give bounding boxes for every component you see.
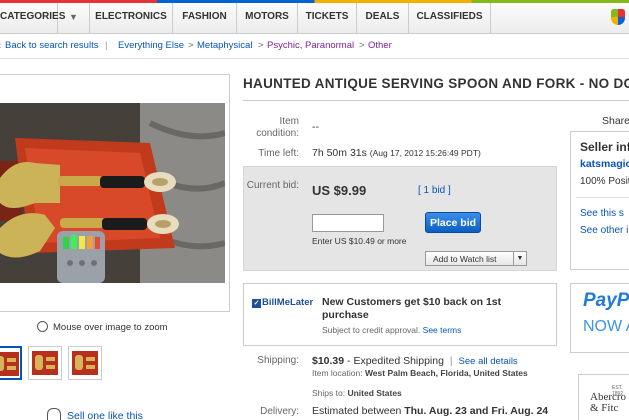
breadcrumb-metaphysical[interactable]: Metaphysical bbox=[197, 40, 252, 51]
seller-info-title: Seller info bbox=[580, 140, 629, 154]
breadcrumb-everything-else[interactable]: Everything Else bbox=[118, 40, 184, 51]
delivery-line: Estimated between Thu. Aug. 23 and Fri. … bbox=[312, 405, 548, 417]
paypal-logo: PayPal bbox=[583, 290, 629, 311]
tab-motors[interactable]: MOTORS bbox=[237, 3, 298, 33]
divider bbox=[576, 197, 629, 198]
delivery-text: Estimated between bbox=[312, 405, 402, 417]
divider bbox=[243, 100, 629, 101]
tab-electronics[interactable]: ELECTRONICS bbox=[90, 3, 173, 33]
billmelater-logo: ✓ BillMeLater bbox=[252, 297, 313, 308]
delivery-range: Thu. Aug. 23 and Fri. Aug. 24 bbox=[404, 405, 549, 417]
ships-to-value: United States bbox=[347, 388, 402, 398]
shield-icon[interactable] bbox=[611, 9, 625, 25]
breadcrumb-psychic[interactable]: Psychic, Paranormal bbox=[267, 40, 354, 51]
breadcrumb-separator: | bbox=[105, 40, 108, 51]
back-arrow-icon[interactable]: ‹ bbox=[0, 40, 1, 51]
time-left-duration: 7h 50m 31s bbox=[312, 147, 367, 159]
billmelater-logo-text: BillMeLater bbox=[262, 297, 314, 308]
zoom-hint: Mouse over image to zoom bbox=[53, 322, 168, 333]
breadcrumb-arrow: > bbox=[258, 40, 264, 51]
item-location-value: West Palm Beach, Florida, United States bbox=[364, 368, 528, 378]
shipping-line: $10.39 - Expedited Shipping | See all de… bbox=[312, 355, 518, 367]
ad-brand-line-2: & Fitc bbox=[590, 402, 619, 414]
item-photo[interactable] bbox=[0, 103, 225, 283]
back-to-search-link[interactable]: Back to search results bbox=[5, 40, 98, 51]
top-nav: CATEGORIES ▼ ELECTRONICS FASHION MOTORS … bbox=[0, 0, 629, 34]
seller-feedback: 100% Positive bbox=[580, 176, 629, 187]
place-bid-button[interactable]: Place bid bbox=[425, 212, 481, 233]
tab-classifieds[interactable]: CLASSIFIEDS bbox=[409, 3, 491, 33]
zoom-icon bbox=[37, 321, 48, 332]
bid-count-link[interactable]: [ 1 bid ] bbox=[418, 185, 451, 196]
chevron-down-icon[interactable]: ▼ bbox=[58, 3, 90, 33]
breadcrumb-arrow: > bbox=[188, 40, 194, 51]
tab-tickets[interactable]: TICKETS bbox=[298, 3, 357, 33]
item-location: Item location: West Palm Beach, Florida,… bbox=[312, 368, 542, 378]
breadcrumb-other[interactable]: Other bbox=[368, 40, 392, 51]
item-location-label: Item location: bbox=[312, 368, 363, 378]
shipping-cost: $10.39 bbox=[312, 355, 345, 367]
condition-label: Item condition: bbox=[256, 116, 299, 139]
billmelater-subtext: Subject to credit approval. See terms bbox=[322, 325, 461, 335]
check-icon: ✓ bbox=[252, 299, 261, 308]
tab-fashion[interactable]: FASHION bbox=[173, 3, 237, 33]
share-link[interactable]: Share bbox=[602, 115, 629, 127]
current-bid-label: Current bid: bbox=[246, 180, 299, 191]
ships-to: Ships to: United States bbox=[312, 388, 402, 398]
time-left-end: (Aug 17, 2012 15:26:49 PDT) bbox=[369, 148, 481, 158]
see-terms-link[interactable]: See terms bbox=[423, 325, 462, 335]
watch-list-label: Add to Watch list bbox=[433, 253, 497, 264]
see-all-details-link[interactable]: See all details bbox=[459, 356, 518, 367]
current-price: US $9.99 bbox=[312, 183, 367, 198]
time-left-value: 7h 50m 31s (Aug 17, 2012 15:26:49 PDT) bbox=[312, 147, 481, 159]
ad-brand-text: Abercro & Fitc bbox=[590, 392, 626, 414]
item-title: HAUNTED ANTIQUE SERVING SPOON AND FORK -… bbox=[243, 76, 629, 91]
seller-name-link[interactable]: katsmagic bbox=[580, 158, 629, 170]
add-to-watch-list-button[interactable]: Add to Watch list ▼ bbox=[425, 251, 527, 266]
sell-one-like-this-link[interactable]: Sell one like this bbox=[67, 410, 143, 420]
billmelater-headline: New Customers get $10 back on 1st purcha… bbox=[322, 296, 502, 321]
delivery-label: Delivery: bbox=[260, 406, 299, 417]
shipping-separator: | bbox=[449, 355, 453, 367]
tab-deals[interactable]: DEALS bbox=[357, 3, 409, 33]
thumbnail-3[interactable] bbox=[68, 346, 102, 380]
bid-amount-input[interactable] bbox=[312, 214, 384, 232]
condition-value: -- bbox=[312, 121, 319, 133]
chevron-down-icon[interactable]: ▼ bbox=[513, 252, 526, 265]
thumbnail-1[interactable] bbox=[0, 346, 22, 380]
shipping-label: Shipping: bbox=[257, 355, 299, 366]
time-left-label: Time left: bbox=[258, 148, 299, 159]
credit-approval-text: Subject to credit approval. bbox=[322, 325, 421, 335]
enter-amount-hint: Enter US $10.49 or more bbox=[312, 236, 407, 246]
thumbnail-2[interactable] bbox=[28, 346, 62, 380]
tag-icon bbox=[47, 408, 61, 420]
ships-to-label: Ships to: bbox=[312, 388, 346, 398]
divider bbox=[0, 58, 629, 59]
see-this-seller-link[interactable]: See this s bbox=[580, 208, 624, 219]
breadcrumb-arrow: > bbox=[359, 40, 365, 51]
categories-tab[interactable]: CATEGORIES bbox=[0, 3, 65, 33]
see-other-items-link[interactable]: See other i bbox=[580, 225, 628, 236]
paypal-tagline: NOW A bbox=[583, 318, 629, 335]
shipping-method: - Expedited Shipping bbox=[347, 355, 444, 367]
